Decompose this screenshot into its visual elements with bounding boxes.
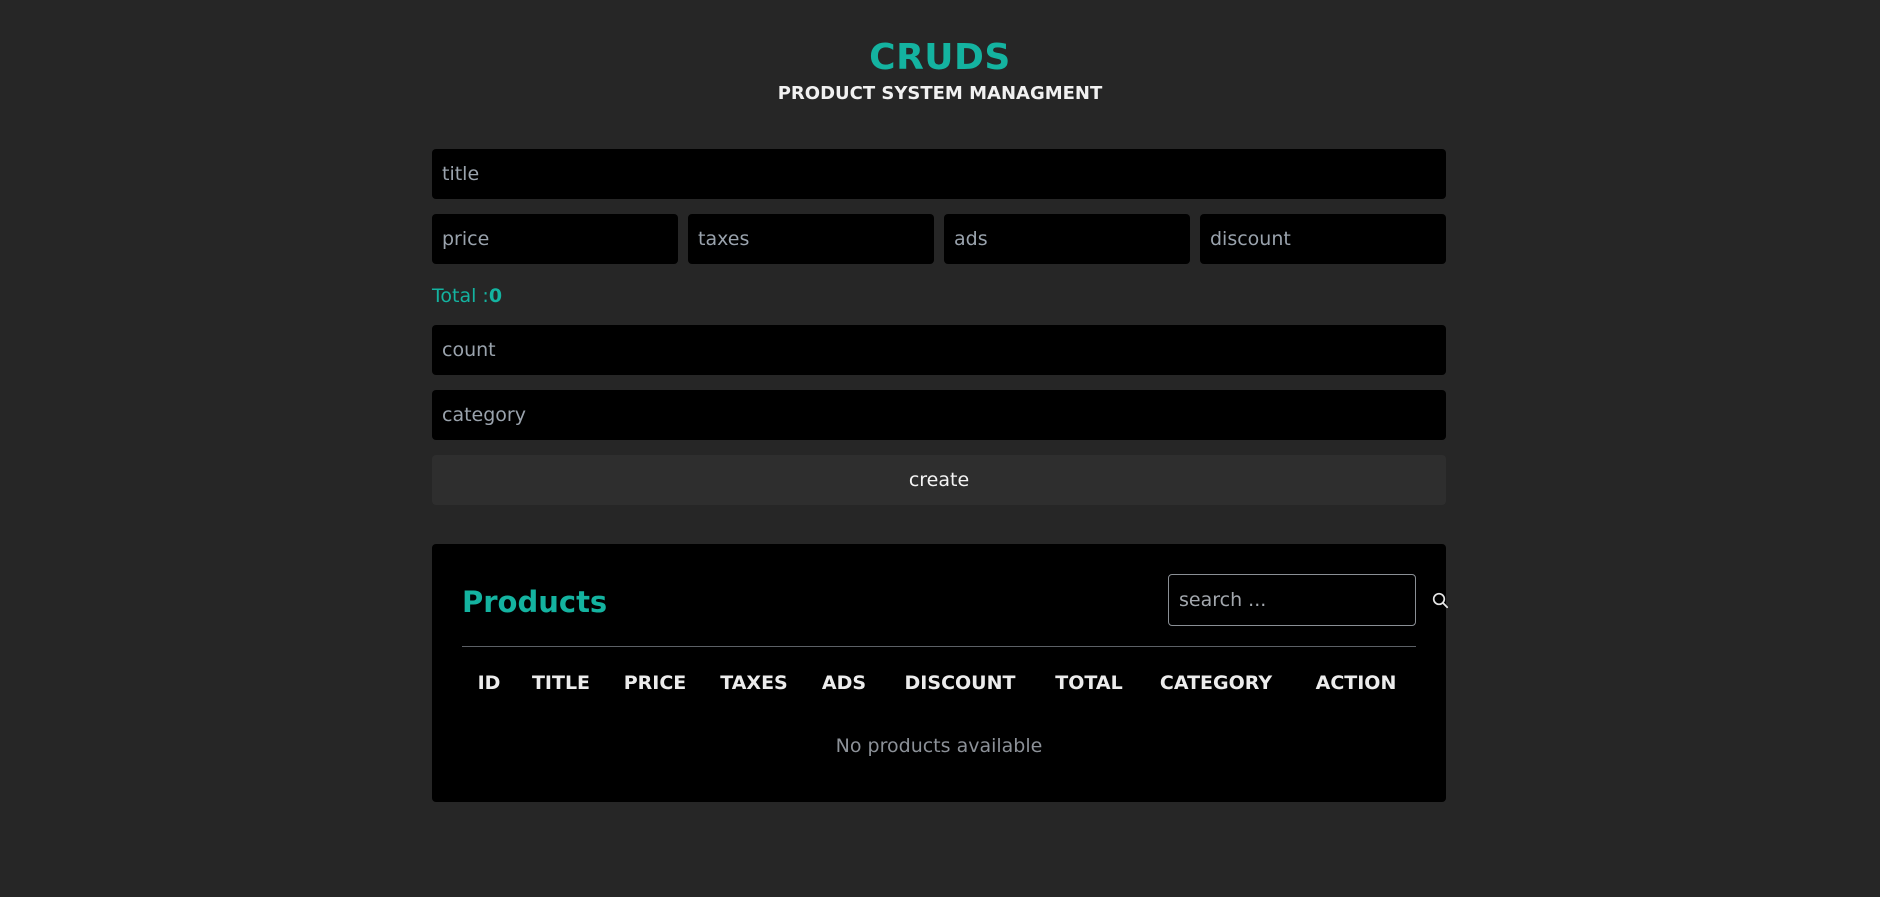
- ads-input[interactable]: [944, 214, 1190, 264]
- count-input[interactable]: [432, 325, 1446, 375]
- page-header: CRUDS PRODUCT SYSTEM MANAGMENT: [0, 36, 1880, 106]
- taxes-input[interactable]: [688, 214, 934, 264]
- column-header-ads: ADS: [821, 672, 867, 694]
- column-header-taxes: TAXES: [720, 672, 788, 694]
- column-header-total: TOTAL: [1055, 672, 1123, 694]
- table-header: ID TITLE PRICE TAXES ADS DISCOUNT TOTAL …: [462, 668, 1416, 698]
- empty-state-message: No products available: [835, 735, 1043, 757]
- title-input[interactable]: [432, 149, 1446, 199]
- price-input[interactable]: [432, 214, 678, 264]
- products-title: Products: [462, 585, 608, 619]
- search-box: [1168, 574, 1449, 626]
- products-panel: Products ID TITLE PRICE TAXES ADS DISCOU…: [432, 544, 1449, 802]
- category-input[interactable]: [432, 390, 1446, 440]
- total-display: Total :0: [432, 284, 1446, 308]
- price-row: [432, 214, 1446, 264]
- column-header-title: TITLE: [531, 672, 591, 694]
- panel-divider: [462, 646, 1416, 647]
- page-subtitle: PRODUCT SYSTEM MANAGMENT: [777, 83, 1103, 104]
- column-header-action: ACTION: [1315, 672, 1397, 694]
- column-header-category: CATEGORY: [1159, 672, 1273, 694]
- search-input[interactable]: [1169, 575, 1432, 625]
- total-value: 0: [488, 285, 503, 307]
- discount-input[interactable]: [1200, 214, 1446, 264]
- product-form: Total :0 create: [432, 149, 1446, 505]
- page-title: CRUDS: [869, 37, 1011, 78]
- column-header-price: PRICE: [623, 672, 687, 694]
- column-header-discount: DISCOUNT: [904, 672, 1016, 694]
- search-icon[interactable]: [1432, 575, 1449, 625]
- column-header-id: ID: [477, 672, 501, 694]
- create-button[interactable]: create: [432, 455, 1446, 505]
- total-label: Total :: [432, 285, 489, 307]
